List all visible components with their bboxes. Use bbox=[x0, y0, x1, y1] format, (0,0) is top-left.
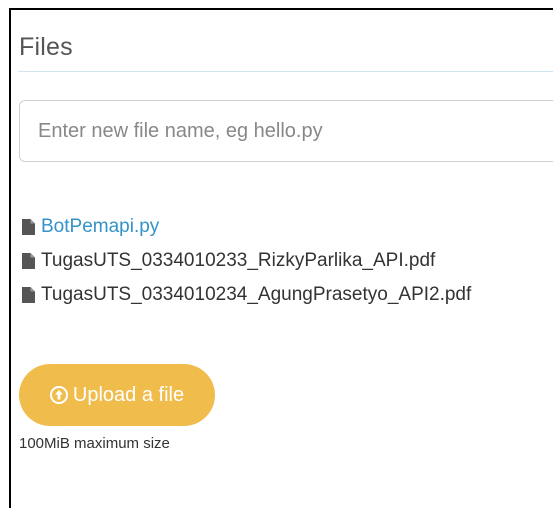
file-list-item: TugasUTS_0334010234_AgungPrasetyo_API2.p… bbox=[22, 282, 471, 308]
file-icon bbox=[22, 253, 35, 269]
file-link-botpemapi[interactable]: BotPemapi.py bbox=[41, 216, 159, 238]
file-list-item: BotPemapi.py bbox=[22, 214, 471, 240]
title-divider bbox=[18, 71, 553, 72]
file-icon bbox=[22, 219, 35, 235]
upload-button-label: Upload a file bbox=[72, 383, 185, 406]
file-list: BotPemapi.py TugasUTS_0334010233_RizkyPa… bbox=[22, 214, 471, 316]
upload-circle-icon bbox=[49, 386, 68, 404]
file-name-rizkyparlika: TugasUTS_0334010233_RizkyParlika_API.pdf bbox=[41, 250, 436, 271]
file-icon bbox=[22, 287, 35, 303]
file-name-agungprasetyo: TugasUTS_0334010234_AgungPrasetyo_API2.p… bbox=[41, 284, 472, 305]
new-file-name-input[interactable] bbox=[19, 100, 553, 162]
upload-file-button[interactable]: Upload a file bbox=[19, 364, 215, 426]
max-size-note: 100MiB maximum size bbox=[19, 435, 170, 452]
page-title: Files bbox=[19, 33, 73, 61]
file-list-item: TugasUTS_0334010233_RizkyParlika_API.pdf bbox=[22, 248, 471, 274]
